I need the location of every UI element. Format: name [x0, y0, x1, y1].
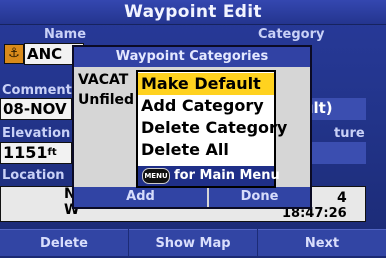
temperature-label: ture — [334, 126, 365, 141]
menu-item-add-category[interactable]: Add Category — [138, 95, 274, 117]
menu-item-delete-all[interactable]: Delete All — [138, 139, 274, 161]
elevation-label: Elevation — [2, 126, 71, 141]
done-button[interactable]: Done — [209, 187, 310, 207]
elevation-value: 1151 — [3, 143, 48, 162]
category-label: Category — [258, 27, 325, 42]
elevation-unit: ft — [47, 147, 57, 158]
category-item[interactable]: Unfiled — [78, 92, 136, 108]
location-label: Location — [2, 168, 65, 183]
show-map-button[interactable]: Show Map — [129, 229, 257, 256]
page-title: Waypoint Edit — [124, 2, 262, 22]
menu-item-delete-category[interactable]: Delete Category — [138, 117, 287, 139]
menu-item-make-default[interactable]: Make Default — [138, 73, 274, 95]
categories-title: Waypoint Categories — [74, 47, 310, 67]
location-digit: 4 — [337, 190, 347, 206]
add-button[interactable]: Add — [74, 187, 207, 207]
category-item[interactable]: VACAT — [78, 72, 136, 88]
menu-key-icon: MENU — [142, 167, 170, 184]
menu-footer-text: for Main Menu — [174, 168, 280, 183]
menu-footer: MENU for Main Menu — [138, 166, 280, 186]
name-label: Name — [44, 27, 87, 42]
comment-field[interactable]: 08-NOV — [0, 98, 72, 120]
delete-button[interactable]: Delete — [0, 229, 128, 256]
anchor-icon[interactable]: ⚓ — [4, 44, 24, 64]
elevation-field[interactable]: 1151ft — [0, 142, 72, 164]
comment-label: Comment — [2, 83, 72, 98]
next-button[interactable]: Next — [258, 229, 386, 256]
